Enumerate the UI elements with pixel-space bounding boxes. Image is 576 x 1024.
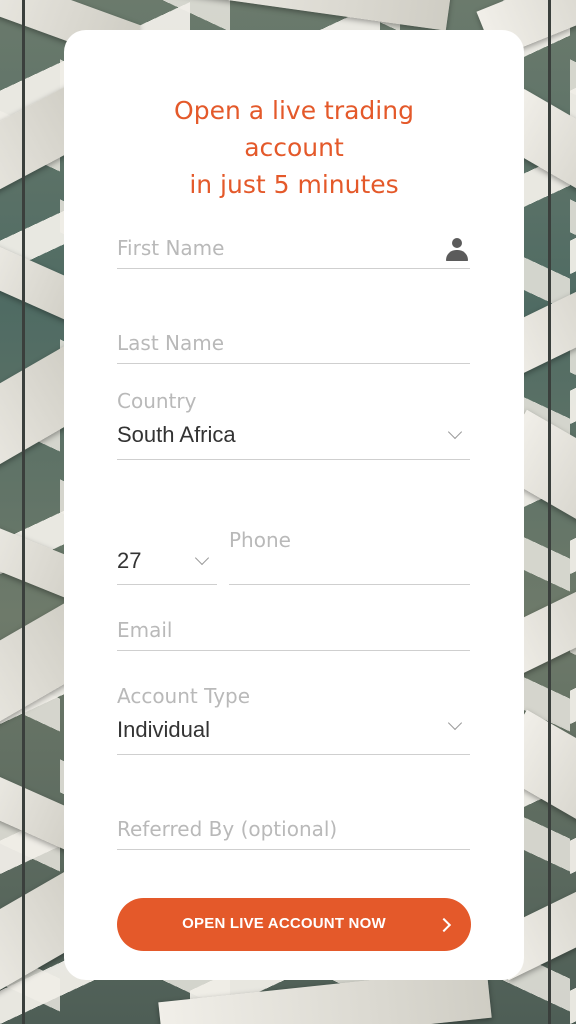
first-name-field[interactable]: First Name: [117, 228, 470, 269]
referred-by-field[interactable]: Referred By (optional): [117, 809, 470, 850]
title-line: account: [244, 133, 344, 162]
email-field[interactable]: Email: [117, 610, 470, 651]
phone-placeholder: Phone: [229, 528, 291, 552]
country-code-select[interactable]: 27: [117, 534, 217, 585]
last-name-placeholder: Last Name: [117, 331, 225, 355]
title-line: Open a live trading: [174, 96, 414, 125]
referred-by-placeholder: Referred By (optional): [117, 817, 338, 841]
phone-field[interactable]: Phone: [229, 518, 470, 585]
form-title: Open a live trading account in just 5 mi…: [64, 92, 524, 203]
chevron-down-icon: [194, 550, 210, 566]
country-select[interactable]: Country South Africa: [117, 389, 470, 460]
open-live-account-label: OPEN LIVE ACCOUNT NOW: [182, 915, 386, 932]
person-icon: [446, 238, 468, 262]
last-name-field[interactable]: Last Name: [117, 323, 470, 364]
title-line: in just 5 minutes: [189, 170, 399, 199]
country-code-value: 27: [117, 548, 142, 573]
country-label: Country: [117, 389, 197, 413]
first-name-placeholder: First Name: [117, 236, 225, 260]
signup-card: Open a live trading account in just 5 mi…: [64, 30, 524, 980]
chevron-down-icon: [447, 715, 463, 731]
account-type-select[interactable]: Account Type Individual: [117, 684, 470, 755]
account-type-label: Account Type: [117, 684, 251, 708]
open-live-account-button[interactable]: OPEN LIVE ACCOUNT NOW: [117, 898, 471, 951]
chevron-down-icon: [447, 424, 463, 440]
email-placeholder: Email: [117, 618, 173, 642]
account-type-value: Individual: [117, 717, 210, 742]
country-value: South Africa: [117, 422, 236, 447]
